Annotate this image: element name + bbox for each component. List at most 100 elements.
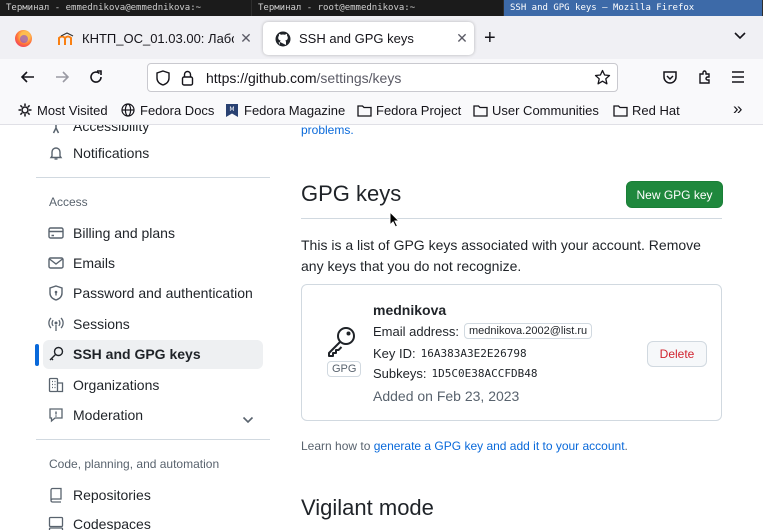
sidebar-item-ssh-gpg-keys[interactable]: SSH and GPG keys xyxy=(47,345,201,363)
gpg-keys-description: This is a list of GPG keys associated wi… xyxy=(301,237,701,274)
sidebar-item-label: Notifications xyxy=(73,145,150,161)
gear-icon xyxy=(17,102,33,118)
bookmark-fedora-docs[interactable]: Fedora Docs xyxy=(120,102,214,118)
reload-icon[interactable] xyxy=(86,67,106,87)
generate-gpg-key-link[interactable]: generate a GPG key and add it to your ac… xyxy=(374,439,625,453)
bookmark-fedora-magazine[interactable]: M Fedora Magazine xyxy=(224,102,345,118)
gpg-badge: GPG xyxy=(327,361,362,377)
firefox-view-icon[interactable] xyxy=(15,30,32,47)
email-label: Email address: xyxy=(373,323,459,339)
pocket-icon[interactable] xyxy=(660,67,680,87)
new-tab-button[interactable]: + xyxy=(484,28,496,48)
key-added-date: Added on Feb 23, 2023 xyxy=(373,388,520,404)
navigation-toolbar: https://github.com/settings/keys xyxy=(0,59,763,96)
key-icon xyxy=(47,345,65,363)
mail-icon xyxy=(47,254,65,272)
bookmark-label: Fedora Docs xyxy=(140,102,215,118)
delete-key-button[interactable]: Delete xyxy=(647,341,707,367)
sidebar-item-organizations[interactable]: Organizations xyxy=(47,376,159,394)
sidebar-item-label: Codespaces xyxy=(73,516,151,530)
svg-text:M: M xyxy=(229,106,234,113)
folder-icon xyxy=(612,102,628,118)
sidebar-item-accessibility[interactable]: Accessibility xyxy=(47,125,149,135)
bookmarks-overflow-chevron-icon[interactable]: » xyxy=(733,99,742,119)
list-all-tabs-chevron-down-icon[interactable] xyxy=(733,28,747,46)
key-owner-name: mednikova xyxy=(373,302,447,318)
section-divider xyxy=(301,218,722,219)
bookmark-most-visited[interactable]: Most Visited xyxy=(17,102,108,118)
gpg-keys-heading: GPG keys xyxy=(301,181,402,206)
shield-lock-icon xyxy=(47,284,65,302)
sidebar-item-label: Password and authentication xyxy=(73,285,253,301)
learn-suffix: . xyxy=(624,439,628,453)
bookmark-label: Fedora Project xyxy=(376,102,462,118)
sidebar-item-label: Emails xyxy=(73,255,116,271)
sidebar-item-notifications[interactable]: Notifications xyxy=(47,144,149,162)
sidebar-item-codespaces[interactable]: Codespaces xyxy=(47,515,151,530)
tab-strip: КНТП_ОС_01.03.00: Лабор ✕ SSH and GPG ke… xyxy=(0,16,763,59)
tab-ssh-gpg-keys[interactable]: SSH and GPG keys ✕ xyxy=(263,22,474,55)
sidebar-item-label: SSH and GPG keys xyxy=(73,346,201,362)
tracking-protection-shield-icon[interactable] xyxy=(156,70,170,91)
bookmarks-toolbar: Most Visited Fedora Docs M Fedora Magazi… xyxy=(0,96,763,125)
sidebar-item-label: Repositories xyxy=(73,487,151,503)
vigilant-mode-heading: Vigilant mode xyxy=(301,495,434,520)
sidebar-item-label: Billing and plans xyxy=(73,225,175,241)
taskbar-item-terminal-root[interactable]: Терминал - root@emmednikova:~ xyxy=(252,0,504,16)
tab-close-icon[interactable]: ✕ xyxy=(234,30,258,47)
subkeys-row: Subkeys: 1D5C0E38ACCFDB48 xyxy=(373,366,537,381)
menu-hamburger-icon[interactable] xyxy=(728,67,748,87)
learn-text: Learn how to generate a GPG key and add … xyxy=(301,439,628,453)
sidebar-item-label: Organizations xyxy=(73,377,160,393)
folder-icon xyxy=(472,102,488,118)
bookmark-folder-red-hat[interactable]: Red Hat xyxy=(612,102,680,118)
sidebar-item-sessions[interactable]: Sessions xyxy=(47,315,130,333)
sidebar-item-label: Sessions xyxy=(73,316,130,332)
taskbar-item-firefox[interactable]: SSH and GPG keys — Mozilla Firefox xyxy=(504,0,763,16)
forward-arrow-icon[interactable] xyxy=(52,67,72,87)
url-host: https://github.com xyxy=(206,70,317,86)
tab-close-icon[interactable]: ✕ xyxy=(450,30,474,47)
subkeys-label: Subkeys: xyxy=(373,366,427,381)
sidebar-item-label: Moderation xyxy=(73,407,144,423)
url-text[interactable]: https://github.com/settings/keys xyxy=(206,70,401,86)
report-icon xyxy=(47,406,65,424)
gpg-key-card: GPG mednikova Email address: mednikova.2… xyxy=(301,284,722,421)
extensions-puzzle-icon[interactable] xyxy=(695,67,715,87)
sidebar-item-repositories[interactable]: Repositories xyxy=(47,486,151,504)
mouse-cursor-icon xyxy=(389,210,401,233)
folder-icon xyxy=(356,102,372,118)
sidebar-item-billing[interactable]: Billing and plans xyxy=(47,224,175,242)
bookmark-folder-fedora-project[interactable]: Fedora Project xyxy=(356,102,461,118)
bell-icon xyxy=(47,144,65,162)
sidebar-item-password[interactable]: Password and authentication xyxy=(47,284,253,302)
key-id-row: Key ID: 16A383A3E2E26798 xyxy=(373,346,527,361)
globe-icon xyxy=(120,102,136,118)
problems-link[interactable]: problems. xyxy=(301,125,354,137)
sidebar-item-label: Accessibility xyxy=(73,125,150,134)
new-gpg-key-button[interactable]: New GPG key xyxy=(626,181,723,208)
bookmark-label: Most Visited xyxy=(37,102,108,118)
sidebar-item-emails[interactable]: Emails xyxy=(47,254,115,272)
moderation-chevron-down-icon[interactable] xyxy=(242,411,254,429)
key-email-row: Email address: mednikova.2002@list.ru xyxy=(373,323,593,339)
taskbar-item-terminal-user[interactable]: Терминал - emmednikova@emmednikova:~ xyxy=(0,0,252,16)
key-id-label: Key ID: xyxy=(373,346,416,361)
accessibility-icon xyxy=(47,125,65,135)
lock-icon[interactable] xyxy=(181,70,194,91)
sidebar-heading-code: Code, planning, and automation xyxy=(49,457,220,471)
sidebar-divider xyxy=(36,177,270,178)
fedora-magazine-icon: M xyxy=(224,102,240,118)
tab-title: КНТП_ОС_01.03.00: Лабор xyxy=(82,31,234,46)
tab-lab[interactable]: КНТП_ОС_01.03.00: Лабор ✕ xyxy=(46,22,258,55)
bookmark-folder-user-communities[interactable]: User Communities xyxy=(472,102,599,118)
codespaces-icon xyxy=(47,515,65,530)
url-bar[interactable]: https://github.com/settings/keys xyxy=(147,63,618,92)
organization-icon xyxy=(47,376,65,394)
sidebar-item-moderation[interactable]: Moderation xyxy=(47,406,143,424)
bookmark-star-icon[interactable] xyxy=(594,69,611,91)
subkeys-value: 1D5C0E38ACCFDB48 xyxy=(431,367,538,380)
credit-card-icon xyxy=(47,224,65,242)
learn-prefix: Learn how to xyxy=(301,439,374,453)
back-arrow-icon[interactable] xyxy=(18,67,38,87)
